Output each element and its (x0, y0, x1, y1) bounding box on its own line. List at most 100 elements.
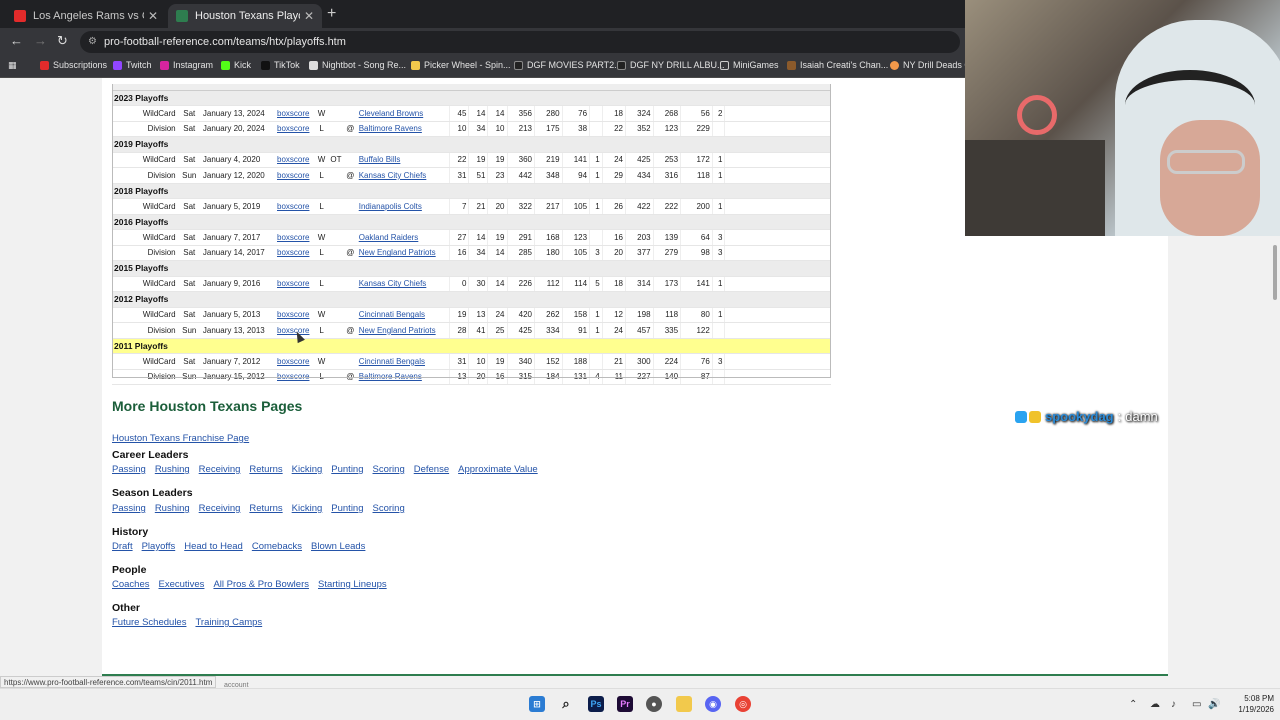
address-bar[interactable]: ⚙ pro-football-reference.com/teams/htx/p… (80, 31, 960, 53)
boxscore-link[interactable]: boxscore (275, 245, 316, 261)
boxscore-link[interactable]: boxscore (275, 307, 316, 323)
table-cell-c6: 141 (561, 152, 590, 168)
tab-rams-bears[interactable]: Los Angeles Rams vs Chicago B ✕ (6, 4, 166, 28)
nav-link[interactable]: Passing (112, 503, 146, 514)
photoshop-icon[interactable]: Ps (588, 696, 604, 712)
nav-link[interactable]: All Pros & Pro Bowlers (213, 579, 309, 590)
back-arrow-icon[interactable]: ← (10, 33, 23, 48)
bookmark-dgf-movies[interactable]: DGF MOVIES PART2... (514, 60, 622, 70)
tab-texans-playoffs[interactable]: Houston Texans Playoff History ✕ (168, 4, 322, 28)
site-info-icon[interactable]: ⚙ (88, 31, 97, 53)
apps-grid-icon[interactable]: ▦ (8, 60, 17, 71)
close-tab-icon[interactable]: ✕ (148, 9, 158, 23)
forward-arrow-icon[interactable]: → (34, 33, 47, 48)
nav-link[interactable]: Training Camps (195, 617, 262, 628)
scrollbar-thumb[interactable] (1273, 245, 1277, 300)
nav-link[interactable]: Starting Lineups (318, 579, 387, 590)
table-cell-c9: 300 (625, 353, 654, 370)
boxscore-link[interactable]: boxscore (275, 152, 316, 168)
close-tab-icon[interactable]: ✕ (304, 9, 314, 23)
opponent-link[interactable]: New England Patriots (356, 245, 450, 261)
opponent-link[interactable]: New England Patriots (356, 322, 450, 339)
nav-link[interactable]: Scoring (373, 464, 405, 475)
ring-light (1017, 95, 1057, 135)
table-cell-day: Sat (177, 353, 201, 370)
new-tab-icon[interactable]: + (327, 5, 336, 23)
windows-start-icon[interactable]: ⊞ (529, 696, 545, 712)
nav-link[interactable]: Playoffs (142, 541, 176, 552)
nav-link[interactable]: Rushing (155, 464, 190, 475)
nav-link[interactable]: Head to Head (184, 541, 243, 552)
boxscore-link[interactable]: boxscore (275, 105, 316, 122)
bookmark-dgf-drill[interactable]: DGF NY DRILL ALBU... (617, 60, 725, 70)
table-cell-day: Sat (177, 152, 201, 168)
bookmark-twitch[interactable]: Twitch (113, 60, 152, 70)
opponent-link[interactable]: Cleveland Browns (356, 105, 450, 122)
opponent-link[interactable]: Baltimore Ravens (356, 369, 450, 385)
boxscore-link[interactable]: boxscore (275, 198, 316, 215)
cloud-icon[interactable]: ☁ (1150, 699, 1160, 710)
nav-link[interactable]: Scoring (373, 503, 405, 514)
table-cell-c2: 14 (468, 105, 488, 122)
franchise-page-link[interactable]: Houston Texans Franchise Page (112, 433, 249, 444)
table-cell-c6: 76 (561, 105, 590, 122)
nav-link[interactable]: Blown Leads (311, 541, 365, 552)
bookmark-subscriptions[interactable]: Subscriptions (40, 60, 107, 70)
nav-link[interactable]: Receiving (199, 464, 241, 475)
bookmark-nightbot[interactable]: Nightbot - Song Re... (309, 60, 406, 70)
obs-icon[interactable]: ● (646, 696, 662, 712)
nav-link[interactable]: Approximate Value (458, 464, 538, 475)
nav-link[interactable]: Punting (331, 503, 363, 514)
premiere-icon[interactable]: Pr (617, 696, 633, 712)
bookmark-minigames[interactable]: MiniGames (720, 60, 779, 70)
boxscore-link[interactable]: boxscore (275, 167, 316, 184)
nav-link[interactable]: Kicking (292, 503, 323, 514)
nav-link[interactable]: Executives (159, 579, 205, 590)
table-cell-ot (327, 105, 344, 122)
opponent-link[interactable]: Oakland Raiders (356, 229, 450, 246)
nav-link[interactable]: Kicking (292, 464, 323, 475)
search-icon[interactable]: ⌕ (558, 696, 574, 712)
nav-link[interactable]: Punting (331, 464, 363, 475)
bookmark-ny-drill[interactable]: NY Drill Deads Q (890, 60, 971, 70)
opponent-link[interactable]: Cincinnati Bengals (356, 353, 450, 370)
twitch-icon (113, 60, 122, 70)
boxscore-link[interactable]: boxscore (275, 369, 316, 385)
nav-link[interactable]: Comebacks (252, 541, 302, 552)
system-clock[interactable]: 5:08 PM 1/19/2026 (1222, 693, 1274, 715)
opponent-link[interactable]: Cincinnati Bengals (356, 307, 450, 323)
opponent-link[interactable]: Kansas City Chiefs (356, 167, 450, 184)
chrome-icon[interactable]: ◎ (735, 696, 751, 712)
table-cell-c11: 172 (680, 152, 713, 168)
bookmark-instagram[interactable]: Instagram (160, 60, 213, 70)
opponent-link[interactable]: Buffalo Bills (356, 152, 450, 168)
bookmark-picker-wheel[interactable]: Picker Wheel - Spin... (411, 60, 511, 70)
file-explorer-icon[interactable] (676, 696, 692, 712)
vertical-scrollbar[interactable] (1270, 236, 1280, 676)
volume-icon[interactable]: 🔊 (1208, 699, 1220, 710)
nav-link[interactable]: Coaches (112, 579, 150, 590)
reload-icon[interactable]: ↻ (57, 33, 68, 49)
nav-link[interactable]: Draft (112, 541, 133, 552)
nav-link[interactable]: Defense (414, 464, 449, 475)
bookmark-tiktok[interactable]: TikTok (261, 60, 300, 70)
nav-link[interactable]: Passing (112, 464, 146, 475)
nav-link[interactable]: Returns (249, 503, 282, 514)
tray-chevron-icon[interactable]: ⌃ (1129, 699, 1137, 710)
boxscore-link[interactable]: boxscore (275, 353, 316, 370)
opponent-link[interactable]: Kansas City Chiefs (356, 276, 450, 292)
opponent-link[interactable]: Indianapolis Colts (356, 198, 450, 215)
nav-link[interactable]: Receiving (199, 503, 241, 514)
bookmark-isaiah[interactable]: Isaiah Creati's Chan... (787, 60, 888, 70)
display-icon[interactable]: ▭ (1192, 699, 1201, 710)
nav-link[interactable]: Future Schedules (112, 617, 186, 628)
opponent-link[interactable]: Baltimore Ravens (356, 121, 450, 137)
discord-icon[interactable]: ◉ (705, 696, 721, 712)
nav-link[interactable]: Rushing (155, 503, 190, 514)
boxscore-link[interactable]: boxscore (275, 121, 316, 137)
boxscore-link[interactable]: boxscore (275, 229, 316, 246)
boxscore-link[interactable]: boxscore (275, 276, 316, 292)
mic-icon[interactable]: ♪ (1171, 699, 1176, 710)
nav-link[interactable]: Returns (249, 464, 282, 475)
bookmark-kick[interactable]: Kick (221, 60, 251, 70)
